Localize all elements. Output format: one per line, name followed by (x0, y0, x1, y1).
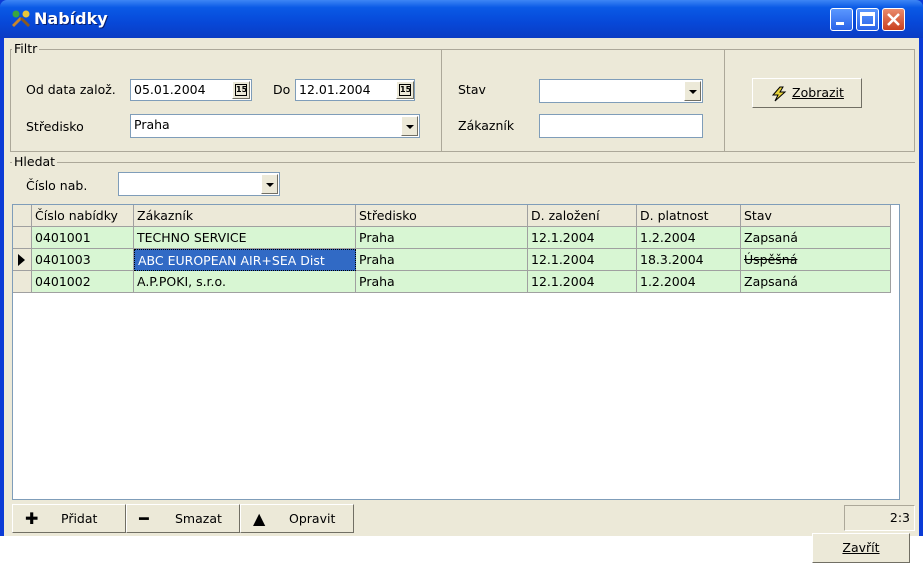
close-window-button[interactable] (882, 8, 905, 31)
main-window: Nabídky Filtr Od data založ. 05.01.2004 … (0, 0, 923, 563)
calendar-icon: 15 (235, 84, 248, 96)
cell-number[interactable]: 0401002 (32, 271, 134, 293)
table-row[interactable]: 0401003 ABC EUROPEAN AIR+SEA Dist Praha … (13, 249, 891, 271)
cell-created[interactable]: 12.1.2004 (528, 249, 637, 271)
cell-center[interactable]: Praha (356, 227, 528, 249)
row-indicator[interactable] (13, 227, 32, 249)
search-group-label: Hledat (12, 154, 58, 169)
client-area: Filtr Od data založ. 05.01.2004 15 Do 12… (4, 38, 919, 563)
maximize-button[interactable] (856, 8, 879, 31)
cell-center[interactable]: Praha (356, 249, 528, 271)
from-date-calendar-button[interactable]: 15 (232, 81, 250, 99)
filter-divider (724, 50, 725, 151)
column-header[interactable]: D. založení (528, 205, 637, 227)
record-position: 2:3 (844, 505, 915, 531)
cell-customer[interactable]: A.P.POKI, s.r.o. (134, 271, 356, 293)
app-icon (12, 10, 30, 27)
cell-number[interactable]: 0401001 (32, 227, 134, 249)
column-header[interactable]: Stav (741, 205, 891, 227)
chevron-down-icon[interactable] (401, 116, 418, 136)
table-corner (13, 205, 32, 227)
state-label: Stav (458, 82, 486, 97)
chevron-down-icon[interactable] (261, 174, 278, 194)
close-button[interactable]: Zavřít (812, 533, 910, 563)
row-indicator[interactable] (13, 271, 32, 293)
close-icon (887, 13, 900, 26)
center-select[interactable]: Praha (130, 114, 420, 138)
cell-created[interactable]: 12.1.2004 (528, 271, 637, 293)
show-button[interactable]: Zobrazit (752, 78, 862, 108)
cell-valid[interactable]: 1.2.2004 (637, 227, 741, 249)
title-bar[interactable]: Nabídky (0, 0, 923, 38)
center-label: Středisko (26, 119, 84, 134)
triangle-up-icon: ▲ (253, 509, 266, 528)
cell-created[interactable]: 12.1.2004 (528, 227, 637, 249)
customer-label: Zákazník (458, 118, 515, 133)
table-row[interactable]: 0401002 A.P.POKI, s.r.o. Praha 12.1.2004… (13, 271, 891, 293)
customer-field[interactable] (539, 114, 703, 138)
from-date-label: Od data založ. (26, 82, 116, 97)
window-title: Nabídky (34, 9, 108, 28)
to-date-calendar-button[interactable]: 15 (396, 81, 414, 99)
cell-valid[interactable]: 1.2.2004 (637, 271, 741, 293)
column-header[interactable]: Číslo nabídky (32, 205, 134, 227)
delete-button[interactable]: ━ Smazat (126, 504, 240, 533)
minimize-button[interactable] (830, 8, 853, 31)
edit-button[interactable]: ▲ Opravit (240, 504, 354, 533)
row-indicator[interactable] (13, 249, 32, 271)
cell-state[interactable]: Zapsaná (741, 271, 891, 293)
offers-table[interactable]: Číslo nabídky Zákazník Středisko D. zalo… (12, 204, 900, 500)
table-row[interactable]: 0401001 TECHNO SERVICE Praha 12.1.2004 1… (13, 227, 891, 249)
cell-state[interactable]: Úspěšná (741, 249, 891, 271)
cell-customer[interactable]: ABC EUROPEAN AIR+SEA Dist (134, 249, 356, 271)
minus-icon: ━ (139, 509, 149, 528)
plus-icon: ✚ (25, 509, 39, 528)
cell-center[interactable]: Praha (356, 271, 528, 293)
cell-customer[interactable]: TECHNO SERVICE (134, 227, 356, 249)
number-select[interactable] (118, 172, 280, 196)
column-header[interactable]: D. platnost (637, 205, 741, 227)
number-label: Číslo nab. (26, 178, 88, 193)
maximize-icon (860, 12, 875, 26)
lightning-icon (771, 86, 787, 101)
cell-number[interactable]: 0401003 (32, 249, 134, 271)
state-select[interactable] (539, 79, 703, 103)
to-date-label: Do (273, 82, 291, 97)
cell-state[interactable]: Zapsaná (741, 227, 891, 249)
calendar-icon: 15 (399, 84, 412, 96)
column-header[interactable]: Zákazník (134, 205, 356, 227)
cell-valid[interactable]: 18.3.2004 (637, 249, 741, 271)
chevron-down-icon[interactable] (684, 81, 701, 101)
filter-divider (441, 50, 442, 151)
column-header[interactable]: Středisko (356, 205, 528, 227)
minimize-icon (836, 22, 844, 25)
current-row-arrow-icon (18, 254, 25, 266)
add-button[interactable]: ✚ Přidat (12, 504, 126, 533)
filter-group-label: Filtr (12, 41, 40, 56)
